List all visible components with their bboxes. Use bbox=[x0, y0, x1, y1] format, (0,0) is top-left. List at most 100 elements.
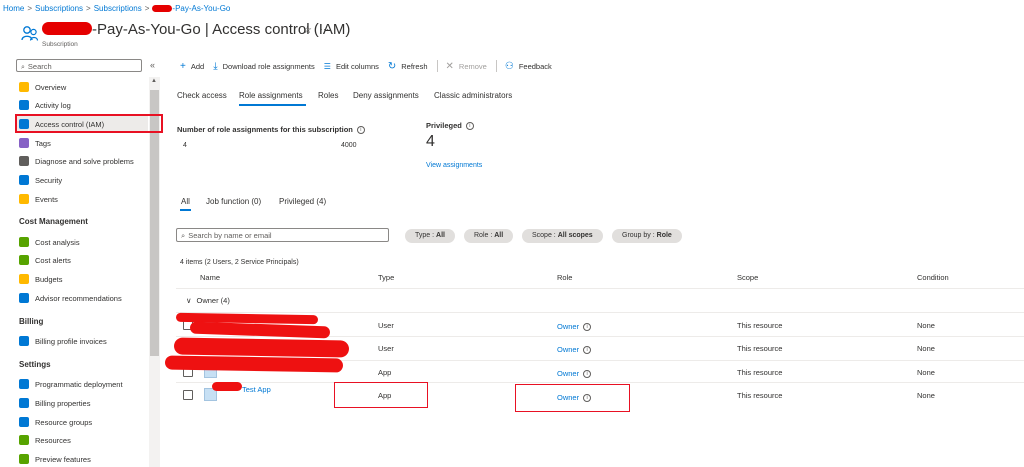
sidebar-item-label: Programmatic deployment bbox=[35, 379, 123, 389]
row-scope: This resource bbox=[737, 368, 783, 377]
tab-role-assignments[interactable]: Role assignments bbox=[239, 91, 303, 100]
pill-value: All bbox=[494, 232, 504, 239]
refresh-button[interactable]: ↻ Refresh bbox=[388, 61, 428, 72]
group-row-owner[interactable]: ∨ Owner (4) bbox=[186, 296, 230, 305]
sidebar-item-security[interactable]: Security bbox=[16, 172, 148, 188]
tab-deny-assignments[interactable]: Deny assignments bbox=[353, 91, 419, 100]
sidebar-item-label: Resources bbox=[35, 435, 71, 445]
row-condition: None bbox=[917, 321, 935, 330]
name-search-input[interactable]: ⌕ Search by name or email bbox=[176, 228, 389, 242]
filter-tab-privileged[interactable]: Privileged (4) bbox=[279, 197, 326, 206]
highlight-box bbox=[515, 384, 630, 412]
role-assignment-count-label: Number of role assignments for this subs… bbox=[177, 125, 365, 135]
row-divider bbox=[176, 382, 1024, 383]
preview-icon bbox=[19, 454, 29, 464]
role-label: Owner bbox=[557, 345, 580, 354]
sidebar-item-label: Diagnose and solve problems bbox=[35, 156, 134, 166]
redaction-mark bbox=[152, 5, 173, 12]
sidebar-item-label: Billing properties bbox=[35, 398, 91, 408]
add-label: Add bbox=[190, 61, 205, 71]
sidebar-item-resource-groups[interactable]: Resource groups bbox=[16, 414, 148, 430]
pill-key: Type : bbox=[415, 232, 437, 239]
group-by-pill[interactable]: Group by : Role bbox=[612, 229, 682, 243]
active-tab-indicator bbox=[239, 104, 306, 106]
column-header-condition[interactable]: Condition bbox=[917, 273, 949, 282]
filter-tab-job-function[interactable]: Job function (0) bbox=[206, 197, 261, 206]
name-search-placeholder: Search by name or email bbox=[188, 231, 272, 240]
view-assignments-link[interactable]: View assignments bbox=[426, 162, 482, 169]
breadcrumb-subscriptions[interactable]: Subscriptions bbox=[35, 4, 83, 13]
tab-check-access[interactable]: Check access bbox=[177, 91, 227, 100]
add-button[interactable]: + Add bbox=[180, 61, 204, 72]
row-name-link[interactable]: Test App bbox=[242, 385, 271, 394]
sidebar-item-budgets[interactable]: Budgets bbox=[16, 271, 148, 287]
tab-classic-administrators[interactable]: Classic administrators bbox=[434, 91, 512, 100]
sidebar-search-placeholder: Search bbox=[27, 62, 52, 71]
sidebar-item-advisor[interactable]: Advisor recommendations bbox=[16, 290, 148, 306]
info-icon[interactable]: i bbox=[583, 346, 592, 355]
role-filter-pill[interactable]: Role : All bbox=[464, 229, 514, 243]
column-header-name[interactable]: Name bbox=[200, 273, 220, 282]
favorite-star-icon[interactable]: ☆ bbox=[303, 25, 312, 36]
info-icon[interactable]: i bbox=[583, 370, 592, 379]
pill-value: All scopes bbox=[557, 232, 593, 239]
sidebar-item-cost-alerts[interactable]: Cost alerts bbox=[16, 252, 148, 268]
role-label: Owner bbox=[557, 322, 580, 331]
more-options-icon[interactable]: ··· bbox=[320, 24, 329, 34]
collapse-sidebar-icon[interactable]: « bbox=[150, 60, 155, 70]
column-header-scope[interactable]: Scope bbox=[737, 273, 758, 282]
download-role-assignments-button[interactable]: ⤓ Download role assignments bbox=[213, 61, 315, 72]
sidebar-item-programmatic-deployment[interactable]: Programmatic deployment bbox=[16, 376, 148, 392]
breadcrumb-separator: > bbox=[144, 4, 150, 13]
dollar-icon bbox=[19, 237, 29, 247]
filter-tab-all[interactable]: All bbox=[181, 197, 190, 206]
row-checkbox[interactable] bbox=[183, 390, 193, 400]
row-type: App bbox=[378, 368, 392, 377]
row-role-link[interactable]: Owner i bbox=[557, 369, 592, 379]
scope-filter-pill[interactable]: Scope : All scopes bbox=[522, 229, 603, 243]
type-filter-pill[interactable]: Type : All bbox=[405, 229, 455, 243]
assignment-count-current: 4 bbox=[183, 142, 187, 149]
sidebar-search-input[interactable]: ⌕ Search bbox=[16, 59, 142, 72]
row-condition: None bbox=[917, 368, 935, 377]
sidebar-item-diagnose[interactable]: Diagnose and solve problems bbox=[16, 153, 148, 169]
privileged-count: 4 bbox=[426, 133, 435, 150]
breadcrumb-subscriptions-2[interactable]: Subscriptions bbox=[94, 4, 142, 13]
info-icon[interactable]: i bbox=[356, 126, 365, 135]
sidebar-item-overview[interactable]: Overview bbox=[16, 79, 148, 95]
feedback-icon: ⚇ bbox=[504, 60, 514, 72]
remove-button[interactable]: ✕ Remove bbox=[446, 61, 487, 72]
cube-icon bbox=[19, 417, 29, 427]
sidebar-item-events[interactable]: Events bbox=[16, 191, 148, 207]
sidebar-item-billing-invoices[interactable]: Billing profile invoices bbox=[16, 333, 148, 349]
column-header-role[interactable]: Role bbox=[557, 273, 572, 282]
sidebar-item-label: Cost alerts bbox=[35, 255, 71, 265]
row-role-link[interactable]: Owner i bbox=[557, 322, 592, 332]
row-condition: None bbox=[917, 391, 935, 400]
sidebar-item-preview-features[interactable]: Preview features bbox=[16, 451, 148, 467]
breadcrumb-separator: > bbox=[86, 4, 91, 13]
highlight-box bbox=[15, 114, 163, 133]
edit-columns-label: Edit columns bbox=[335, 61, 379, 71]
feedback-button[interactable]: ⚇ Feedback bbox=[505, 61, 552, 72]
sidebar-item-tags[interactable]: Tags bbox=[16, 135, 148, 151]
breadcrumb-home[interactable]: Home bbox=[3, 4, 24, 13]
scroll-up-icon[interactable]: ▲ bbox=[151, 78, 157, 84]
row-role-link[interactable]: Owner i bbox=[557, 345, 592, 355]
info-icon[interactable]: i bbox=[465, 122, 474, 131]
sidebar-item-resources[interactable]: Resources bbox=[16, 432, 148, 448]
sidebar-item-billing-properties[interactable]: Billing properties bbox=[16, 395, 148, 411]
column-header-type[interactable]: Type bbox=[378, 273, 394, 282]
active-filter-indicator bbox=[180, 209, 191, 211]
privileged-label-text: Privileged bbox=[426, 121, 462, 130]
sidebar-item-cost-analysis[interactable]: Cost analysis bbox=[16, 234, 148, 250]
header-divider bbox=[176, 288, 1024, 289]
info-icon[interactable]: i bbox=[583, 323, 592, 332]
role-label: Owner bbox=[557, 369, 580, 378]
sidebar-item-activity-log[interactable]: Activity log bbox=[16, 97, 148, 113]
edit-columns-button[interactable]: ☰ Edit columns bbox=[324, 62, 379, 71]
breadcrumb-current[interactable]: -Pay-As-You-Go bbox=[172, 4, 230, 13]
download-label: Download role assignments bbox=[222, 61, 315, 71]
chevron-down-icon: ∨ bbox=[186, 296, 192, 305]
tab-roles[interactable]: Roles bbox=[318, 91, 338, 100]
